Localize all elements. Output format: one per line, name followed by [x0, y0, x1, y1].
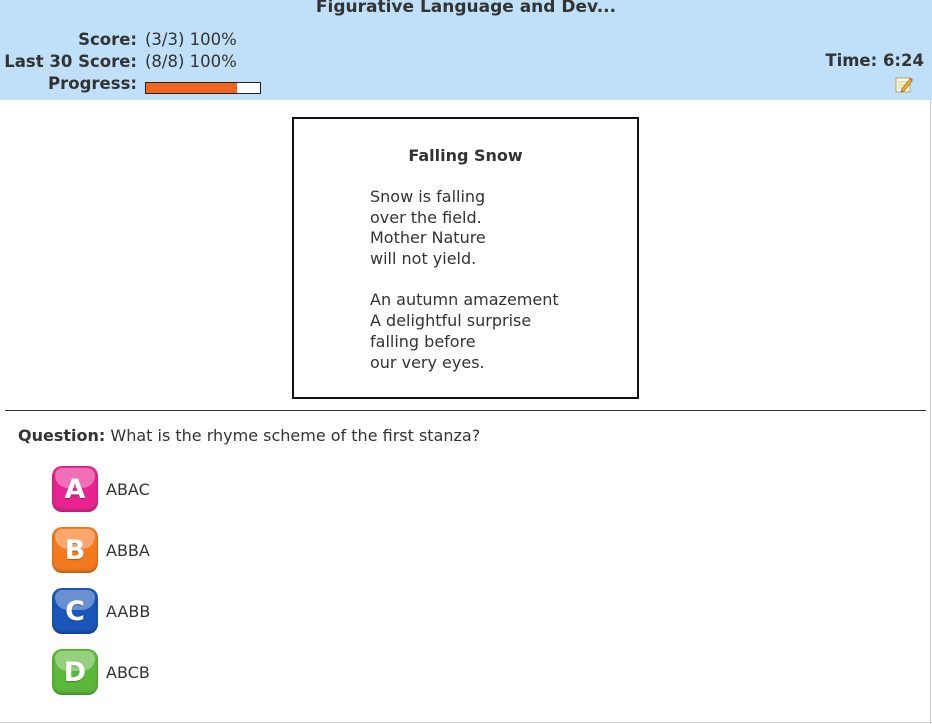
choice-b[interactable]: B ABBA: [52, 527, 150, 573]
progress-fill: [146, 83, 238, 93]
score-label: Score:: [78, 30, 137, 49]
timer: Time: 6:24: [825, 51, 924, 70]
poem-title: Falling Snow: [408, 146, 523, 165]
choice-a-text[interactable]: ABAC: [106, 480, 150, 499]
choice-a[interactable]: A ABAC: [52, 466, 150, 512]
poem-line: A delightful surprise: [370, 311, 532, 331]
last30-score-value: (8/8) 100%: [145, 52, 237, 71]
poem-line: Snow is falling: [370, 187, 486, 206]
poem-text: Snow is falling over the field. Mother N…: [370, 187, 559, 373]
progress-bar: [145, 82, 261, 94]
choice-d[interactable]: D ABCB: [52, 649, 150, 695]
choice-d-badge[interactable]: D: [52, 649, 98, 695]
question-text: What is the rhyme scheme of the first st…: [110, 426, 481, 445]
score-value: (3/3) 100%: [145, 30, 237, 49]
quiz-header: Figurative Language and Dev... Score: (3…: [0, 0, 932, 100]
poem-line: An autumn amazement: [370, 290, 559, 310]
choice-c-badge[interactable]: C: [52, 588, 98, 634]
choice-b-badge[interactable]: B: [52, 527, 98, 573]
divider: [5, 410, 926, 411]
poem-line: will not yield.: [370, 249, 477, 269]
choice-a-badge[interactable]: A: [52, 466, 98, 512]
choice-b-text[interactable]: ABBA: [106, 541, 150, 560]
choice-c-letter: C: [65, 595, 85, 627]
question-label: Question:: [18, 426, 106, 445]
poem-box: Falling Snow Snow is falling over the fi…: [292, 117, 639, 399]
progress-label: Progress:: [48, 74, 137, 93]
last30-score-label: Last 30 Score:: [4, 52, 137, 71]
footer-border: [0, 722, 932, 723]
poem-stanza-break: [370, 270, 559, 291]
poem-line: over the field.: [370, 207, 482, 227]
choice-c-text[interactable]: AABB: [106, 602, 150, 621]
choice-d-text[interactable]: ABCB: [106, 663, 150, 682]
right-border: [930, 100, 931, 724]
notepad-pencil-icon[interactable]: [895, 76, 913, 93]
poem-line: falling before: [370, 331, 476, 351]
choice-b-letter: B: [64, 534, 86, 566]
quiz-title: Figurative Language and Dev...: [315, 0, 617, 17]
choice-d-letter: D: [63, 656, 87, 688]
choice-a-letter: A: [64, 473, 86, 505]
choice-c[interactable]: C AABB: [52, 588, 150, 634]
poem-line: our very eyes.: [370, 352, 485, 372]
question: Question: What is the rhyme scheme of th…: [18, 426, 480, 445]
poem-line: Mother Nature: [370, 228, 486, 248]
